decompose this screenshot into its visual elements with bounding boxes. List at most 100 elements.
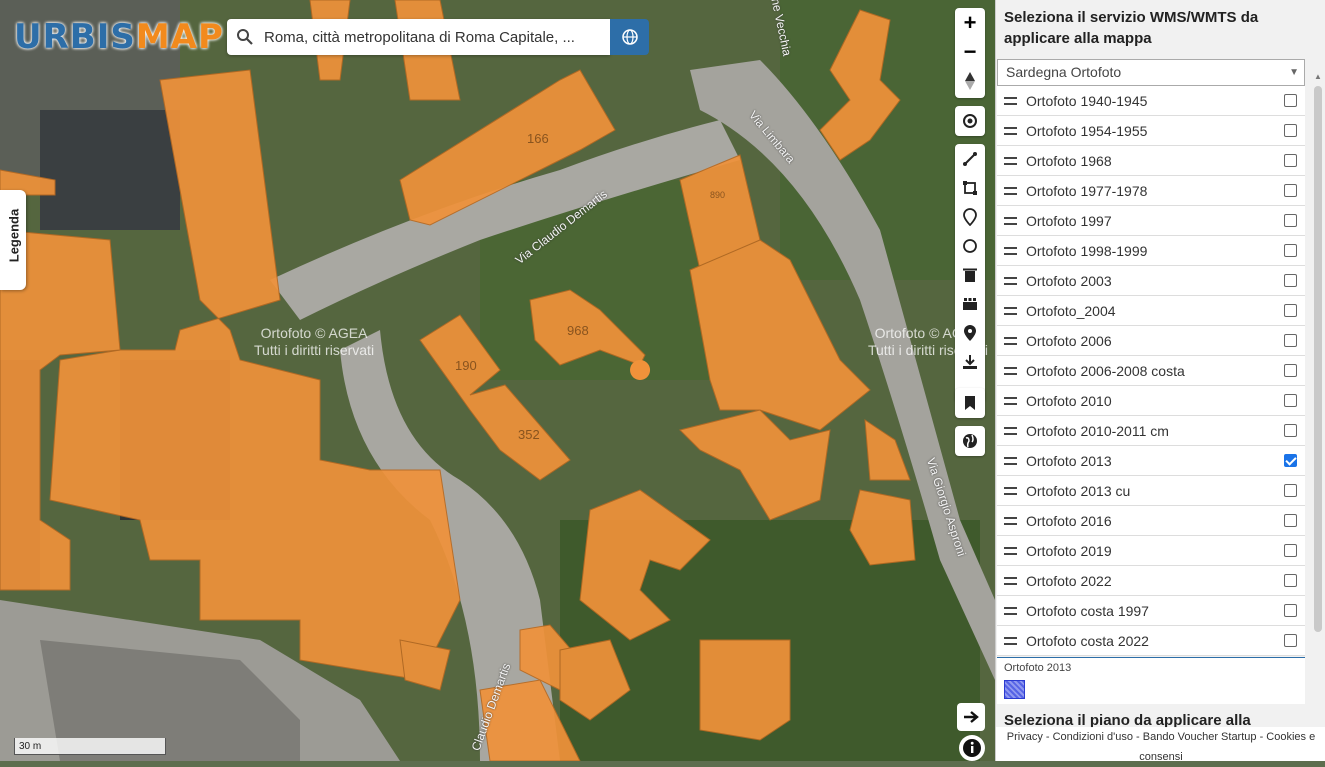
urbismap-logo[interactable]: URBISMAP [14,14,224,60]
locate-button[interactable] [955,106,985,136]
layer-row[interactable]: Ortofoto 1968 [997,146,1305,176]
drag-handle-icon[interactable] [1004,426,1017,435]
layer-checkbox[interactable] [1284,364,1297,377]
layer-checkbox[interactable] [1284,154,1297,167]
globe-icon [621,29,638,45]
layer-checkbox[interactable] [1284,454,1297,467]
layer-checkbox[interactable] [1284,214,1297,227]
layer-row[interactable]: Ortofoto 2010 [997,386,1305,416]
layer-checkbox[interactable] [1284,304,1297,317]
basemap-button[interactable] [955,426,985,456]
layer-row[interactable]: Ortofoto 2019 [997,536,1305,566]
layer-row[interactable]: Ortofoto 2006-2008 costa [997,356,1305,386]
north-button[interactable] [955,66,985,95]
layer-checkbox[interactable] [1284,484,1297,497]
drag-handle-icon[interactable] [1004,336,1017,345]
layer-row[interactable]: Ortofoto 1940-1945 [997,86,1305,116]
layer-row[interactable]: Ortofoto 2006 [997,326,1305,356]
pin-button[interactable] [955,318,985,347]
drag-handle-icon[interactable] [1004,486,1017,495]
zoom-out-button[interactable]: − [955,37,985,66]
layer-row[interactable]: Ortofoto 2010-2011 cm [997,416,1305,446]
download-icon [963,354,977,369]
layer-checkbox[interactable] [1284,604,1297,617]
drag-handle-icon[interactable] [1004,96,1017,105]
drag-handle-icon[interactable] [1004,546,1017,555]
wms-title: Seleziona il servizio WMS/WMTS da applic… [1004,9,1259,47]
wms-panel: Seleziona il servizio WMS/WMTS da applic… [995,0,1325,763]
download-button[interactable] [955,347,985,376]
drag-handle-icon[interactable] [1004,306,1017,315]
legend-tab[interactable]: Legenda [0,190,26,290]
layer-label: Ortofoto 2010 [1026,392,1112,409]
drag-handle-icon[interactable] [1004,606,1017,615]
drag-handle-icon[interactable] [1004,246,1017,255]
info-button[interactable] [959,735,985,761]
scroll-up-icon[interactable]: ▲ [1314,72,1322,81]
layer-row[interactable]: Ortofoto 2003 [997,266,1305,296]
map-view[interactable]: Ortofoto © AGEA Tutti i diritti riservat… [0,0,995,761]
circle-button[interactable] [955,231,985,260]
expand-panel-button[interactable] [957,703,985,731]
info-icon [963,739,981,757]
layer-checkbox[interactable] [1284,634,1297,647]
layer-label: Ortofoto 1998-1999 [1026,242,1148,259]
trash-button[interactable] [955,260,985,289]
service-select[interactable]: Sardegna Ortofoto ▼ [997,59,1305,86]
bookmark-button[interactable] [955,388,985,418]
drag-handle-icon[interactable] [1004,516,1017,525]
layer-row[interactable]: Ortofoto costa 2022 [997,626,1305,656]
layer-checkbox[interactable] [1284,184,1297,197]
layer-checkbox[interactable] [1284,544,1297,557]
search-input[interactable]: Roma, città metropolitana di Roma Capita… [227,19,610,55]
drag-handle-icon[interactable] [1004,636,1017,645]
footer-links[interactable]: Privacy - Condizioni d'uso - Bando Vouch… [996,727,1325,763]
scrollbar[interactable] [1314,86,1322,632]
drag-handle-icon[interactable] [1004,576,1017,585]
globe-search-button[interactable] [610,19,649,55]
layer-label: Ortofoto 2019 [1026,542,1112,559]
layer-row[interactable]: Ortofoto 2013 cu [997,476,1305,506]
layer-checkbox[interactable] [1284,424,1297,437]
scale-bar: 30 m [14,738,166,755]
layer-checkbox[interactable] [1284,124,1297,137]
drag-handle-icon[interactable] [1004,276,1017,285]
drag-handle-icon[interactable] [1004,396,1017,405]
layer-checkbox[interactable] [1284,244,1297,257]
layer-label: Ortofoto 1968 [1026,152,1112,169]
layer-row[interactable]: Ortofoto 2022 [997,566,1305,596]
layer-checkbox[interactable] [1284,274,1297,287]
layer-row[interactable]: Ortofoto 1998-1999 [997,236,1305,266]
zoom-in-icon: + [963,9,977,35]
search-icon [237,29,253,45]
layer-checkbox[interactable] [1284,514,1297,527]
drag-handle-icon[interactable] [1004,366,1017,375]
layer-checkbox[interactable] [1284,574,1297,587]
layer-label: Ortofoto 2003 [1026,272,1112,289]
zoom-in-button[interactable]: + [955,8,985,37]
drag-handle-icon[interactable] [1004,216,1017,225]
measure-line-button[interactable] [955,144,985,173]
layer-row[interactable]: Ortofoto 1997 [997,206,1305,236]
layer-row[interactable]: Ortofoto 1977-1978 [997,176,1305,206]
layer-checkbox[interactable] [1284,394,1297,407]
layer-row[interactable]: Ortofoto 1954-1955 [997,116,1305,146]
layer-checkbox[interactable] [1284,94,1297,107]
search-value: Roma, città metropolitana di Roma Capita… [264,28,575,46]
drag-handle-icon[interactable] [1004,156,1017,165]
measure-area-button[interactable] [955,173,985,202]
layers-button[interactable] [955,289,985,318]
layer-row[interactable]: Ortofoto 2013 [997,446,1305,476]
drag-handle-icon[interactable] [1004,186,1017,195]
layer-row[interactable]: Ortofoto costa 1997 [997,596,1305,626]
drag-handle-icon[interactable] [1004,126,1017,135]
locate-icon [963,114,977,128]
layer-label: Ortofoto 2016 [1026,512,1112,529]
marker-button[interactable] [955,202,985,231]
building-number: 352 [518,427,540,442]
layer-checkbox[interactable] [1284,334,1297,347]
drag-handle-icon[interactable] [1004,456,1017,465]
layer-row[interactable]: Ortofoto 2016 [997,506,1305,536]
layer-row[interactable]: Ortofoto_2004 [997,296,1305,326]
building-number: 890 [710,190,726,200]
